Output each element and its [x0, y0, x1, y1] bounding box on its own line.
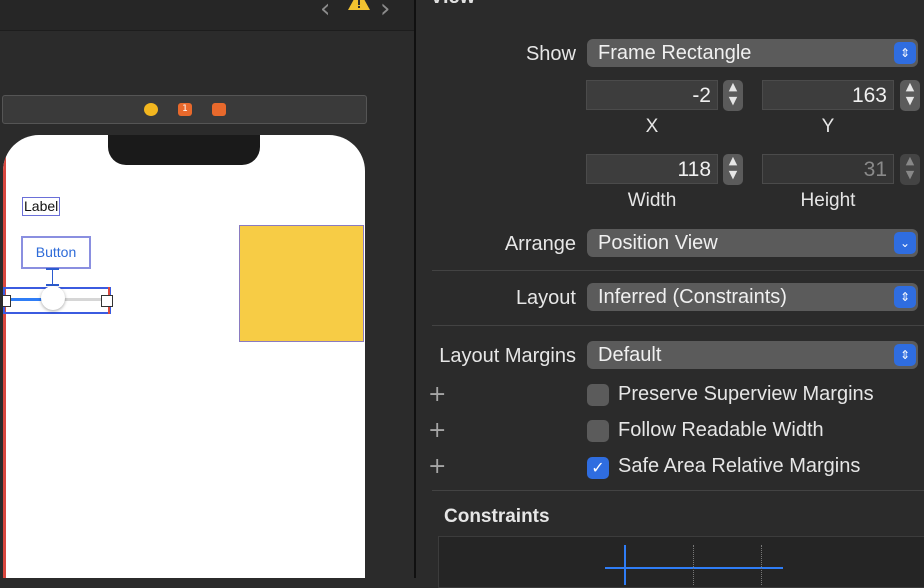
preserve-superview-margins-label: Preserve Superview Margins: [618, 383, 874, 405]
width-field[interactable]: 118: [586, 154, 718, 184]
divider: [432, 270, 924, 271]
section-title: View: [430, 0, 475, 9]
x-stepper[interactable]: ▲ ▼: [723, 80, 743, 111]
layout-label: Layout: [515, 287, 576, 309]
height-caption: Height: [800, 190, 856, 211]
add-variation-icon[interactable]: +: [428, 454, 446, 479]
size-inspector: View Show Frame Rectangle ⇕ -2 ▲▼ 163 ▲▼…: [416, 0, 924, 588]
preserve-superview-margins-checkbox[interactable]: [587, 384, 609, 406]
divider: [432, 490, 924, 491]
chevron-down-icon: ⌄: [894, 232, 916, 254]
scene-dock: 1: [2, 95, 367, 124]
safe-area-relative-margins-label: Safe Area Relative Margins: [618, 455, 861, 477]
layout-popup-value: Inferred (Constraints): [598, 286, 787, 308]
constraint-line-vertical[interactable]: [624, 545, 626, 585]
show-popup[interactable]: Frame Rectangle ⇕: [587, 39, 918, 67]
show-popup-value: Frame Rectangle: [598, 42, 752, 64]
chevron-left-icon[interactable]: ‹: [320, 0, 330, 24]
device-notch: [108, 135, 260, 165]
y-caption: Y: [821, 116, 835, 137]
view-controller-icon[interactable]: [144, 103, 158, 116]
constraint-line-horizontal[interactable]: [605, 567, 783, 569]
constraints-diagram[interactable]: [438, 536, 924, 588]
exit-icon[interactable]: [212, 103, 226, 116]
follow-readable-width-label: Follow Readable Width: [618, 419, 824, 441]
y-field[interactable]: 163: [762, 80, 894, 110]
resize-handle-right[interactable]: [101, 295, 113, 307]
divider: [432, 325, 924, 326]
constraint-guide: [761, 545, 762, 585]
arrange-popup-value: Position View: [598, 232, 718, 254]
height-stepper: ▲ ▼: [900, 154, 920, 185]
constraints-title: Constraints: [444, 506, 550, 527]
device-frame[interactable]: Label Button: [3, 135, 365, 578]
layout-popup[interactable]: Inferred (Constraints) ⇕: [587, 283, 918, 311]
height-field: 31: [762, 154, 894, 184]
spacing-constraint-cap-top: [46, 268, 59, 270]
first-responder-icon[interactable]: 1: [178, 103, 192, 116]
popup-arrows-icon: ⇕: [894, 286, 916, 308]
layout-margins-popup[interactable]: Default ⇕: [587, 341, 918, 369]
safe-area-relative-margins-checkbox[interactable]: ✓: [587, 457, 609, 479]
width-stepper[interactable]: ▲ ▼: [723, 154, 743, 185]
popup-arrows-icon: ⇕: [894, 42, 916, 64]
label-element[interactable]: Label: [22, 197, 61, 216]
x-field[interactable]: -2: [586, 80, 718, 110]
arrange-label: Arrange: [504, 233, 576, 255]
canvas-toolbar: ‹ ›: [0, 0, 414, 31]
show-label: Show: [525, 43, 576, 65]
button-element[interactable]: Button: [21, 236, 91, 269]
resize-handle-left[interactable]: [3, 295, 11, 307]
arrange-popup[interactable]: Position View ⌄: [587, 229, 918, 257]
layout-margins-popup-value: Default: [598, 344, 662, 366]
y-stepper[interactable]: ▲ ▼: [900, 80, 920, 111]
layout-margins-label: Layout Margins: [439, 345, 576, 367]
add-variation-icon[interactable]: +: [428, 418, 446, 443]
yellow-view-element[interactable]: [239, 225, 364, 342]
slider-thumb[interactable]: [41, 286, 65, 310]
x-caption: X: [645, 116, 659, 137]
safe-area-guide: [3, 135, 6, 578]
chevron-right-icon[interactable]: ›: [380, 0, 390, 24]
storyboard-canvas[interactable]: ‹ › 1 Label Button: [0, 0, 414, 578]
follow-readable-width-checkbox[interactable]: [587, 420, 609, 442]
popup-arrows-icon: ⇕: [894, 344, 916, 366]
warning-icon[interactable]: [348, 0, 370, 10]
add-variation-icon[interactable]: +: [428, 382, 446, 407]
width-caption: Width: [627, 190, 677, 211]
constraint-guide: [693, 545, 694, 585]
